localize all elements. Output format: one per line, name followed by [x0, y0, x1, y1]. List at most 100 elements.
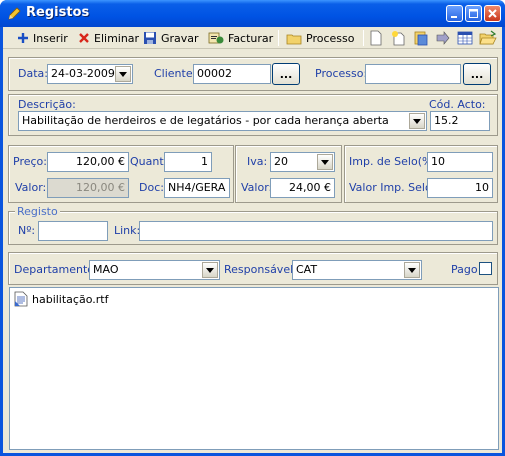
doc-label: Doc:	[139, 181, 164, 194]
selo-valor-value: 10	[475, 181, 489, 194]
forward-button[interactable]	[435, 29, 451, 47]
chevron-down-icon[interactable]	[317, 154, 333, 170]
iva-value: 20	[274, 155, 288, 168]
toolbar-separator	[278, 30, 279, 46]
processo-label: Processo	[306, 31, 355, 45]
facturar-label: Facturar	[228, 31, 274, 45]
responsavel-select[interactable]: CAT	[292, 260, 422, 280]
preco-input[interactable]: 120,00 €	[47, 152, 129, 172]
data-value: 24-03-2009	[51, 67, 115, 80]
toolbar-separator	[363, 30, 364, 46]
pencil-icon	[8, 7, 21, 20]
cliente-value: 00002	[197, 67, 232, 80]
inserir-label: Inserir	[33, 31, 68, 45]
descricao-panel: Descrição: Habilitação de herdeiros e de…	[8, 94, 498, 136]
iva-select[interactable]: 20	[270, 152, 335, 172]
minimize-icon	[451, 16, 457, 18]
delete-x-icon	[79, 33, 89, 43]
processo-browse-button[interactable]: ...	[463, 63, 491, 85]
preco-panel: Preço: 120,00 € Quant: 1 Valor: 120,00 €…	[8, 145, 234, 203]
files-icon	[414, 31, 428, 46]
iva-valor-input[interactable]: 24,00 €	[270, 178, 335, 198]
departamento-label: Departamento:	[14, 263, 98, 276]
maximize-icon	[469, 9, 478, 18]
selo-panel: Imp. de Selo(%): 10 Valor Imp. Selo: 10	[344, 145, 498, 203]
processo-button[interactable]: Processo	[286, 29, 354, 47]
new-document-button[interactable]	[369, 29, 383, 47]
pago-label: Pago	[451, 263, 478, 276]
departamento-select[interactable]: MAO	[89, 260, 220, 280]
registo-group: Registo Nº: Link:	[8, 205, 498, 245]
minimize-button[interactable]	[446, 5, 463, 22]
chevron-down-icon[interactable]	[115, 66, 131, 82]
registo-num-input[interactable]	[38, 221, 108, 241]
valor-label: Valor:	[15, 181, 47, 194]
registos-window: Registos Inserir Eliminar Gravar Factura…	[0, 0, 505, 456]
selo-value: 10	[431, 155, 445, 168]
toolbar: Inserir Eliminar Gravar Facturar Process…	[3, 27, 502, 49]
iva-label: Iva:	[247, 155, 268, 168]
responsavel-label: Responsável:	[224, 263, 297, 276]
table-view-button[interactable]	[457, 29, 473, 47]
data-label: Data:	[18, 67, 48, 80]
close-icon	[488, 9, 497, 18]
new-document-star-button[interactable]	[391, 29, 407, 47]
window-title: Registos	[26, 5, 90, 20]
cod-acto-input[interactable]: 15.2	[430, 111, 490, 131]
new-document-icon	[370, 30, 382, 46]
cliente-browse-button[interactable]: ...	[272, 63, 300, 85]
quant-input[interactable]: 1	[164, 152, 212, 172]
invoice-icon	[208, 32, 224, 44]
responsavel-value: CAT	[296, 263, 318, 276]
cod-acto-value: 15.2	[434, 114, 459, 127]
processo-label: Processo:	[315, 67, 368, 80]
data-date-picker[interactable]: 24-03-2009	[47, 64, 133, 84]
close-button[interactable]	[484, 5, 501, 22]
header-panel: Data: 24-03-2009 Cliente: 00002 ... Proc…	[8, 57, 498, 91]
title-bar[interactable]: Registos	[0, 0, 505, 27]
quant-label: Quant:	[130, 155, 168, 168]
registo-num-label: Nº:	[18, 224, 36, 237]
doc-input[interactable]: NH4/GERA	[164, 178, 230, 198]
facturar-button[interactable]: Facturar	[208, 29, 273, 47]
valor-input: 120,00 €	[47, 178, 129, 198]
chevron-down-icon[interactable]	[404, 262, 420, 278]
attachments-list[interactable]: habilitação.rtf	[9, 287, 499, 450]
link-input[interactable]	[139, 221, 493, 241]
departamento-value: MAO	[93, 263, 119, 276]
cliente-input[interactable]: 00002	[193, 64, 271, 84]
gravar-button[interactable]: Gravar	[143, 29, 199, 47]
new-document-star-icon	[392, 31, 405, 46]
valor-value: 120,00 €	[76, 181, 125, 194]
iva-valor-label: Valor:	[241, 181, 273, 194]
pago-checkbox[interactable]	[479, 262, 492, 275]
departamento-panel: Departamento: MAO Responsável: CAT Pago	[8, 252, 498, 285]
folder-icon	[286, 34, 302, 44]
preco-label: Preço:	[13, 155, 47, 168]
quant-value: 1	[201, 155, 208, 168]
save-icon	[144, 32, 156, 44]
table-icon	[457, 31, 473, 45]
registo-group-label: Registo	[15, 205, 60, 218]
gravar-label: Gravar	[161, 31, 199, 45]
window-client-area: Inserir Eliminar Gravar Facturar Process…	[3, 27, 502, 453]
descricao-label: Descrição:	[18, 98, 76, 111]
list-item[interactable]: habilitação.rtf	[13, 291, 109, 307]
maximize-button[interactable]	[465, 5, 482, 22]
open-files-button[interactable]	[413, 29, 429, 47]
preco-value: 120,00 €	[76, 155, 125, 168]
iva-valor-value: 24,00 €	[289, 181, 331, 194]
inserir-button[interactable]: Inserir	[17, 29, 68, 47]
processo-input[interactable]	[365, 64, 461, 84]
eliminar-button[interactable]: Eliminar	[78, 29, 139, 47]
open-folder-icon	[479, 30, 497, 45]
open-folder-button[interactable]	[479, 29, 497, 47]
selo-valor-input[interactable]: 10	[427, 178, 493, 198]
descricao-value: Habilitação de herdeiros e de legatários…	[22, 114, 389, 127]
chevron-down-icon[interactable]	[409, 113, 425, 129]
link-label: Link:	[114, 224, 141, 237]
iva-panel: Iva: 20 Valor: 24,00 €	[235, 145, 342, 203]
selo-input[interactable]: 10	[427, 152, 493, 172]
descricao-select[interactable]: Habilitação de herdeiros e de legatários…	[18, 111, 427, 131]
chevron-down-icon[interactable]	[202, 262, 218, 278]
